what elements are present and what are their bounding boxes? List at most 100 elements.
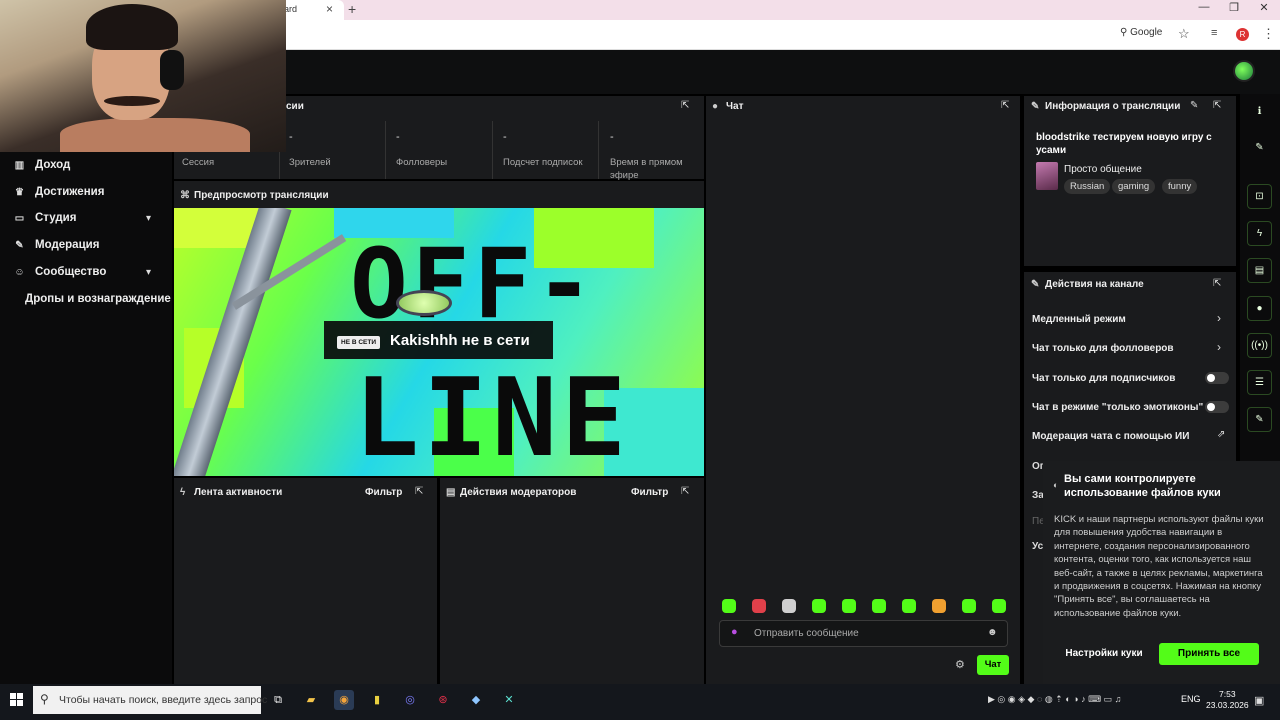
cookie-settings-button[interactable]: Настройки куки <box>1054 643 1154 665</box>
emote-icon[interactable] <box>962 599 976 613</box>
chevron-right-icon[interactable]: › <box>1217 340 1221 354</box>
profile-avatar[interactable]: R <box>1236 28 1249 41</box>
app-icon[interactable]: ▮ <box>367 690 387 710</box>
webcam-person-body <box>60 118 250 152</box>
emote-icon[interactable] <box>932 599 946 613</box>
sidebar-item-moderation[interactable]: ✎ Модерация <box>12 239 99 251</box>
stack-icon[interactable]: ☰ <box>1247 370 1272 395</box>
cookie-accept-button[interactable]: Принять все <box>1159 643 1259 665</box>
divider <box>598 121 599 179</box>
new-tab-button[interactable]: + <box>348 1 356 17</box>
file-explorer-icon[interactable]: ▰ <box>301 690 321 710</box>
stat-followers: - Фолловеры <box>396 131 491 169</box>
chevron-down-icon[interactable]: ▾ <box>146 213 151 224</box>
popout-icon[interactable]: ⇱ <box>1213 100 1221 111</box>
cookie-icon: ◐ <box>1053 480 1059 490</box>
input-language[interactable]: ENG <box>1181 694 1201 704</box>
wrench-icon[interactable]: ✎ <box>1247 407 1272 432</box>
extensions-icon[interactable]: ≡ <box>1211 27 1217 39</box>
sidebar-item-achievements[interactable]: ♛ Достижения <box>12 186 104 198</box>
emote-icon[interactable] <box>872 599 886 613</box>
search-engine-label: Google <box>1130 27 1163 38</box>
browser-menu-icon[interactable]: ⋮ <box>1262 26 1275 42</box>
document-icon[interactable]: ▤ <box>1247 258 1272 283</box>
external-link-icon[interactable]: ⇗ <box>1217 429 1225 440</box>
popout-icon[interactable]: ⇱ <box>681 100 689 111</box>
sidebar-item-label: Сообщество <box>35 266 107 278</box>
channel-actions-title: Действия на канале <box>1045 279 1144 290</box>
tag-chip: funny <box>1162 179 1198 194</box>
emote-icon[interactable] <box>812 599 826 613</box>
popout-icon[interactable]: ⇱ <box>681 486 689 497</box>
gear-icon[interactable]: ⚙ <box>955 658 965 671</box>
screen-icon[interactable]: ⊡ <box>1247 184 1272 209</box>
sidebar-item-income[interactable]: ▥ Доход <box>12 159 71 171</box>
close-window-button[interactable]: ✕ <box>1254 1 1274 14</box>
sidebar-item-community[interactable]: ☺ Сообщество <box>12 266 106 278</box>
windows-start-icon[interactable] <box>10 693 24 707</box>
studio-icon: ▭ <box>14 212 25 224</box>
lamp-graphic <box>396 290 452 316</box>
steam-icon[interactable]: ◆ <box>466 690 486 710</box>
minimize-button[interactable]: — <box>1194 1 1214 13</box>
emote-icon[interactable] <box>902 599 916 613</box>
emote-icon[interactable] <box>782 599 796 613</box>
chevron-down-icon[interactable]: ▾ <box>146 267 151 278</box>
emote-icon[interactable] <box>722 599 736 613</box>
emote-only-toggle[interactable] <box>1205 401 1229 413</box>
sidebar-subitem-label: Дропы и вознаграждение <box>25 293 171 305</box>
people-icon: ☺ <box>14 266 25 278</box>
emote-icon[interactable] <box>842 599 856 613</box>
discord-icon[interactable]: ◎ <box>400 690 420 710</box>
stat-value: - <box>396 131 400 143</box>
webcam-person-mustache <box>104 96 160 106</box>
emote-icon[interactable] <box>992 599 1006 613</box>
subscribers-only-toggle[interactable] <box>1205 372 1229 384</box>
restore-button[interactable]: ❐ <box>1224 1 1244 14</box>
sidebar-item-label: Доход <box>35 159 71 171</box>
divider <box>385 121 386 179</box>
bookmark-star-icon[interactable]: ☆ <box>1178 26 1190 42</box>
obs-icon[interactable]: ⊛ <box>433 690 453 710</box>
trophy-icon: ♛ <box>15 186 24 198</box>
task-view-icon[interactable]: ⧉ <box>268 690 288 710</box>
stat-value: - <box>289 131 293 143</box>
user-avatar[interactable] <box>1233 60 1255 82</box>
chrome-icon[interactable]: ◉ <box>334 690 354 710</box>
chevron-right-icon[interactable]: › <box>1217 311 1221 325</box>
notifications-icon[interactable]: ▣ <box>1254 694 1264 707</box>
mod-actions-filter-button[interactable]: Фильтр <box>631 487 668 498</box>
edit-icon[interactable]: ✎ <box>1247 136 1272 161</box>
chat-icon[interactable]: ● <box>1247 296 1272 321</box>
game-icon[interactable]: ✕ <box>499 690 519 710</box>
sidebar-subitem-drops[interactable]: Дропы и вознаграждение <box>25 293 171 305</box>
mod-actions-title: Действия модераторов <box>460 487 577 498</box>
chat-send-button[interactable]: Чат <box>977 655 1009 675</box>
wrench-icon: ✎ <box>1031 101 1040 112</box>
edit-icon[interactable]: ✎ <box>1190 100 1198 111</box>
followers-only-item[interactable]: Чат только для фолловеров <box>1032 343 1174 354</box>
popout-icon[interactable]: ⇱ <box>1213 278 1221 289</box>
sidebar-item-label: Студия <box>35 212 77 224</box>
tray-icons[interactable]: ▶ ◎ ◉ ◈ ◆ ◌ ◍ ⇡ ◐ ◑ ♪ ⌨ ▭ ♫ <box>988 694 1121 705</box>
emoji-icon[interactable]: ☻ <box>987 627 998 638</box>
bolt-icon[interactable]: ϟ <box>1247 221 1272 246</box>
activity-filter-button[interactable]: Фильтр <box>365 487 402 498</box>
slow-mode-item[interactable]: Медленный режим <box>1032 314 1126 325</box>
emote-only-item: Чат в режиме "только эмотиконы" <box>1032 402 1204 413</box>
taskbar-clock[interactable]: 7:53 23.03.2026 <box>1206 689 1249 711</box>
microphone-icon[interactable]: ● <box>731 626 738 638</box>
broadcast-icon[interactable]: ((•)) <box>1247 333 1272 358</box>
ai-moderation-item[interactable]: Модерация чата с помощью ИИ <box>1032 431 1189 442</box>
tab-close-icon[interactable]: × <box>326 2 333 16</box>
offline-art-line2: LINE <box>354 356 631 476</box>
stat-live-time: - Время в прямом эфире <box>610 131 702 182</box>
offline-message: Kakishhh не в сети <box>390 332 530 349</box>
search-engine-chip[interactable]: ⚲ Google <box>1120 27 1162 38</box>
sidebar-item-studio[interactable]: ▭ Студия <box>12 212 77 224</box>
stat-subscriptions: - Подсчет подписок <box>503 131 583 169</box>
popout-icon[interactable]: ⇱ <box>1001 100 1009 111</box>
popout-icon[interactable]: ⇱ <box>415 486 423 497</box>
emote-icon[interactable] <box>752 599 766 613</box>
info-icon[interactable]: ℹ <box>1247 100 1272 125</box>
